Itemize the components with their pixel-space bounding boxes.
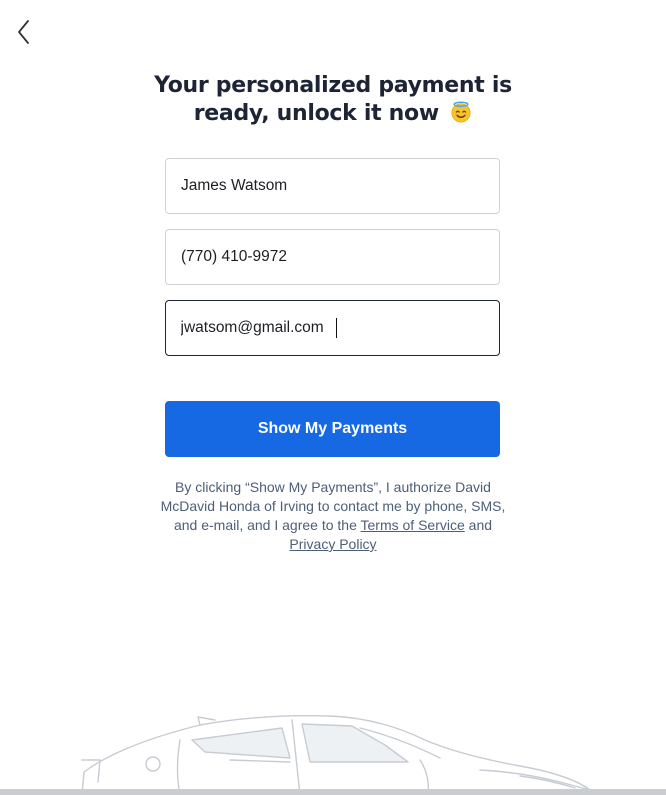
privacy-policy-link[interactable]: Privacy Policy [289,536,376,552]
title-line-1: Your personalized payment is [154,73,512,98]
full-name-field[interactable] [165,158,500,214]
smiling-face-with-halo-icon [451,101,471,123]
page-title: Your personalized payment is ready, unlo… [133,72,533,128]
disclaimer-conjunction: and [464,517,493,533]
phone-field[interactable] [165,229,500,285]
email-field[interactable] [165,300,500,356]
title-line-2: ready, unlock it now [193,101,439,126]
back-button[interactable] [12,18,36,46]
car-outline-icon [81,714,591,795]
consent-disclaimer: By clicking “Show My Payments”, I author… [160,478,506,554]
bottom-scroll-edge [0,789,666,795]
show-my-payments-button[interactable]: Show My Payments [165,401,500,457]
terms-of-service-link[interactable]: Terms of Service [361,517,465,533]
text-caret [336,318,337,338]
chevron-left-icon [18,20,29,44]
